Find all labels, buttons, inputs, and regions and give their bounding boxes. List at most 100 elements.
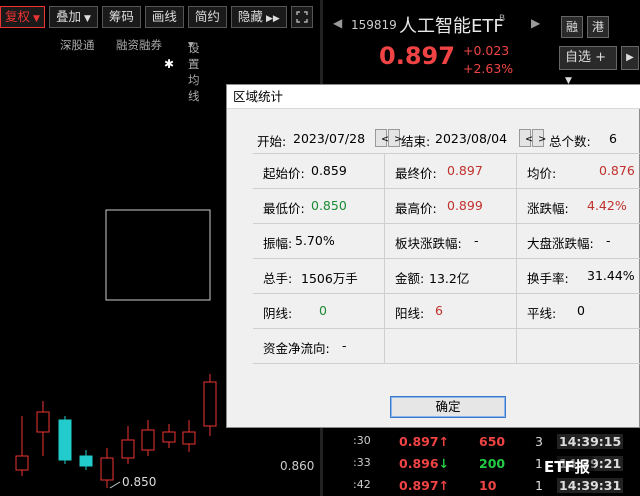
stats-value: - [342, 338, 347, 353]
count-value: 6 [609, 131, 617, 146]
overlay-button[interactable]: 叠加 ▼ [48, 6, 98, 28]
stats-cell: 涨跌幅: 4.42% [517, 189, 640, 224]
stock-code: 159819 [351, 18, 397, 32]
stats-cell: 振幅: 5.70% [253, 224, 385, 259]
tick-time: 14:39:31 [557, 478, 624, 493]
tick-price: 0.897↑ [399, 434, 449, 449]
selection-box [105, 209, 211, 301]
stats-value: 0.897 [447, 163, 483, 178]
watchlist-label: 自选 [565, 50, 592, 65]
watchlist-button[interactable]: 自选 + ▼ [559, 46, 617, 86]
ma-settings-link[interactable]: 设置均线 ▾ [188, 37, 200, 103]
hk-tag[interactable]: 港 [587, 16, 609, 38]
prev-stock-icon[interactable]: ◀ [333, 16, 342, 30]
dialog-title: 区域统计 [227, 85, 640, 109]
tick-volume: 10 [479, 478, 497, 493]
low-price-label: 0.850 [122, 475, 156, 489]
candle-body [58, 419, 72, 461]
stats-cell: 均价: 0.876 [517, 154, 640, 189]
hk-connect-link[interactable]: 深股通 [60, 37, 95, 53]
stats-value: 31.44% [587, 268, 635, 283]
candle-body [141, 429, 155, 451]
stats-value: 6 [435, 303, 443, 318]
stats-label: 换手率: [527, 271, 569, 286]
tick-price-value: 0.896 [399, 456, 439, 471]
draw-line-button[interactable]: 画线 [144, 6, 184, 28]
tick-index: :33 [353, 456, 371, 469]
stats-label: 阳线: [395, 306, 425, 321]
more-button[interactable]: ▶ [621, 46, 639, 70]
candle-body [100, 457, 114, 481]
tick-row: :30 0.897↑ 650 3 14:39:15 [323, 432, 640, 452]
tick-index: :30 [353, 434, 371, 447]
stats-label: 最高价: [395, 201, 437, 216]
margin-tag[interactable]: 融 [561, 16, 583, 38]
stats-row: 总手: 1506万手 金额: 13.2亿 换手率: 31.44% [253, 259, 640, 294]
tick-price-value: 0.897 [399, 434, 439, 449]
stats-label: 总手: [263, 271, 293, 286]
stats-value: 0.876 [599, 163, 635, 178]
end-prev-button[interactable]: < [519, 129, 533, 147]
stats-cell: 金额: 13.2亿 [385, 259, 517, 294]
candle-body [36, 411, 50, 433]
tick-price-value: 0.897 [399, 478, 439, 493]
next-stock-icon[interactable]: ▶ [531, 16, 540, 30]
stats-cell: 阴线: 0 [253, 294, 385, 329]
chart-subbar: 深股通 融资融券 设置均线 ▾ [0, 34, 320, 103]
stats-label: 均价: [527, 166, 557, 181]
fullscreen-icon [296, 11, 308, 23]
stats-cell: 平线: 0 [517, 294, 640, 329]
stats-cell: 大盘涨跌幅: - [517, 224, 640, 259]
start-date: 2023/07/28 [293, 131, 366, 146]
stats-label: 最低价: [263, 201, 305, 216]
stats-label: 大盘涨跌幅: [527, 236, 594, 251]
tick-row: :42 0.897↑ 10 1 14:39:31 [323, 476, 640, 496]
stats-label: 起始价: [263, 166, 305, 181]
stats-row: 阴线: 0 阳线: 6 平线: 0 [253, 294, 640, 329]
stats-value: - [606, 233, 611, 248]
fullscreen-button[interactable] [290, 6, 313, 28]
count-label: 总个数: [549, 134, 591, 149]
end-next-button[interactable]: > [532, 129, 546, 147]
tick-volume: 200 [479, 456, 506, 471]
tick-price: 0.896↓ [399, 456, 449, 471]
stats-grid: 起始价: 0.859 最终价: 0.897 均价: 0.876 最低价: 0.850 最高价: 0… [253, 153, 640, 365]
fuquan-button[interactable]: 复权 ▼ [0, 6, 45, 28]
stats-cell: 资金净流向: - [253, 329, 385, 364]
low-pointer [109, 481, 121, 489]
change-amount: +0.023 [463, 43, 510, 58]
simple-button[interactable]: 简约 [187, 6, 227, 28]
stats-cell [385, 329, 517, 364]
arrow-down-icon: ↓ [438, 456, 450, 471]
price-change: +0.023 +2.63% [463, 42, 513, 78]
stock-flag: B [499, 14, 506, 24]
stats-cell: 板块涨跌幅: - [385, 224, 517, 259]
stats-label: 涨跌幅: [527, 201, 569, 216]
chevron-down-icon: ▼ [33, 14, 40, 24]
start-prev-button[interactable]: < [375, 129, 389, 147]
hide-button[interactable]: 隐藏 ▶▶ [230, 6, 287, 28]
stats-value: 0 [319, 303, 327, 318]
tick-time: 14:39:15 [557, 434, 624, 449]
stats-label: 最终价: [395, 166, 437, 181]
stock-name: 人工智能ETF [399, 16, 504, 37]
stats-cell: 阳线: 6 [385, 294, 517, 329]
margin-link[interactable]: 融资融券 [116, 37, 162, 53]
tick-count: 3 [535, 434, 543, 449]
start-next-button[interactable]: > [388, 129, 402, 147]
chip-button[interactable]: 筹码 [101, 6, 141, 28]
tick-price: 0.897↑ [399, 478, 449, 493]
watermark: ETF报 [540, 456, 594, 477]
chevron-down-icon: ▼ [83, 14, 91, 24]
range-stats-dialog: 区域统计 开始: 2023/07/28 < > 结束: 2023/08/04 <… [226, 84, 640, 428]
stock-header: ◀ 159819 人工智能ETF B ▶ 融 港 [323, 6, 640, 42]
stats-value: 0.850 [311, 198, 347, 213]
candle-body [182, 431, 196, 445]
tick-index: :42 [353, 478, 371, 491]
stats-value: 0.899 [447, 198, 483, 213]
plus-icon: + [595, 50, 607, 65]
ok-button[interactable]: 确定 [390, 396, 506, 418]
selection-marker: ✱ [164, 57, 174, 71]
axis-price-label: 0.860 [280, 459, 314, 473]
stats-cell: 最低价: 0.850 [253, 189, 385, 224]
